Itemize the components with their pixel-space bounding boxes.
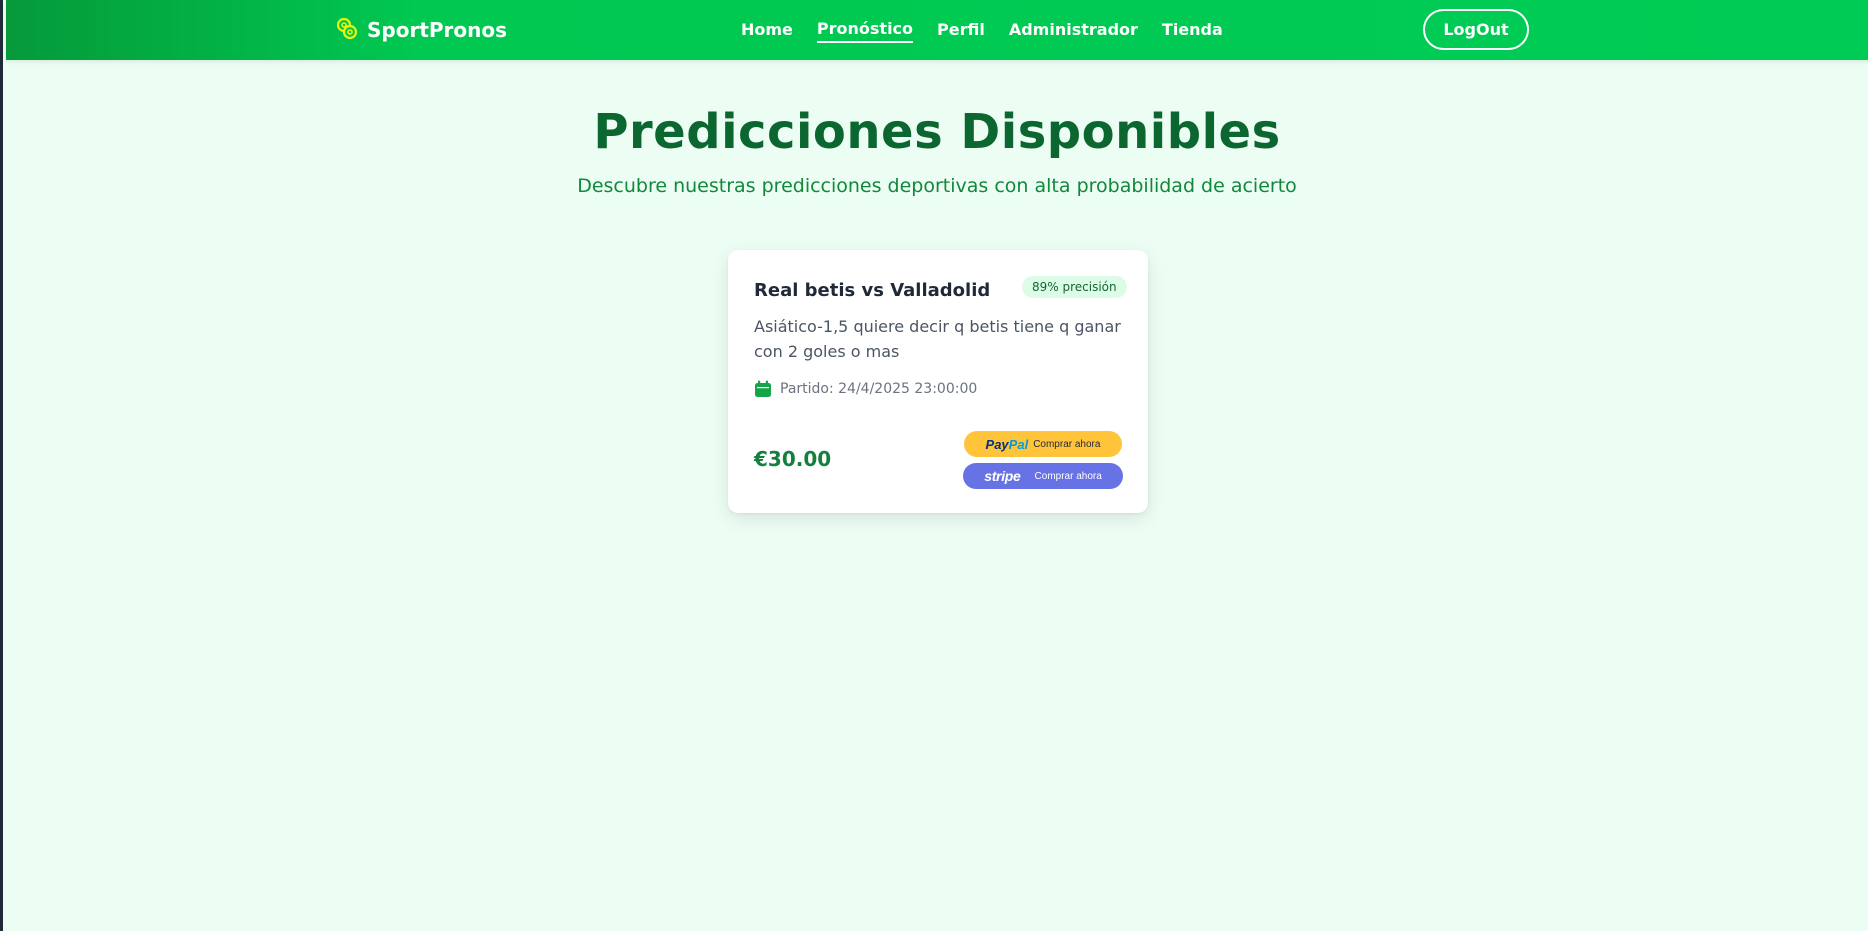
page-title: Predicciones Disponibles — [593, 104, 1281, 160]
prediction-description: Asiático-1,5 quiere decir q betis tiene … — [754, 317, 1121, 361]
nav-link-home[interactable]: Home — [741, 20, 793, 42]
prediction-card: Real betis vs Valladolid 89% precisión A… — [728, 250, 1148, 513]
match-date-row: Partido: 24/4/2025 23:00:00 — [754, 380, 977, 398]
page: SportPronos Home Pronóstico Perfil Admin… — [0, 0, 1868, 931]
stripe-buy-button[interactable]: stripe Comprar ahora — [963, 463, 1123, 489]
nav-link-tienda[interactable]: Tienda — [1162, 20, 1223, 42]
coins-icon — [335, 17, 361, 43]
page-subtitle: Descubre nuestras predicciones deportiva… — [577, 175, 1297, 197]
logout-button[interactable]: LogOut — [1423, 9, 1529, 50]
stripe-button-label: Comprar ahora — [1034, 470, 1102, 482]
prediction-price: €30.00 — [754, 447, 832, 471]
match-date: Partido: 24/4/2025 23:00:00 — [780, 381, 978, 397]
stripe-logo: stripe — [984, 468, 1021, 484]
nav-link-perfil[interactable]: Perfil — [937, 20, 985, 42]
prediction-title: Real betis vs Valladolid — [754, 280, 991, 301]
paypal-button-label: Comprar ahora — [1033, 438, 1101, 450]
navbar: SportPronos Home Pronóstico Perfil Admin… — [6, 0, 1868, 60]
nav-link-administrador[interactable]: Administrador — [1009, 20, 1138, 42]
calendar-icon — [754, 380, 772, 398]
nav-link-pronostico[interactable]: Pronóstico — [816, 19, 914, 43]
brand-logo[interactable]: SportPronos — [335, 16, 507, 44]
paypal-buy-button[interactable]: PayPal Comprar ahora — [964, 431, 1122, 457]
brand-name: SportPronos — [367, 18, 508, 42]
precision-badge: 89% precisión — [1022, 276, 1127, 298]
nav-links: Home Pronóstico Perfil Administrador Tie… — [741, 19, 1223, 43]
paypal-logo: PayPal — [985, 436, 1029, 452]
